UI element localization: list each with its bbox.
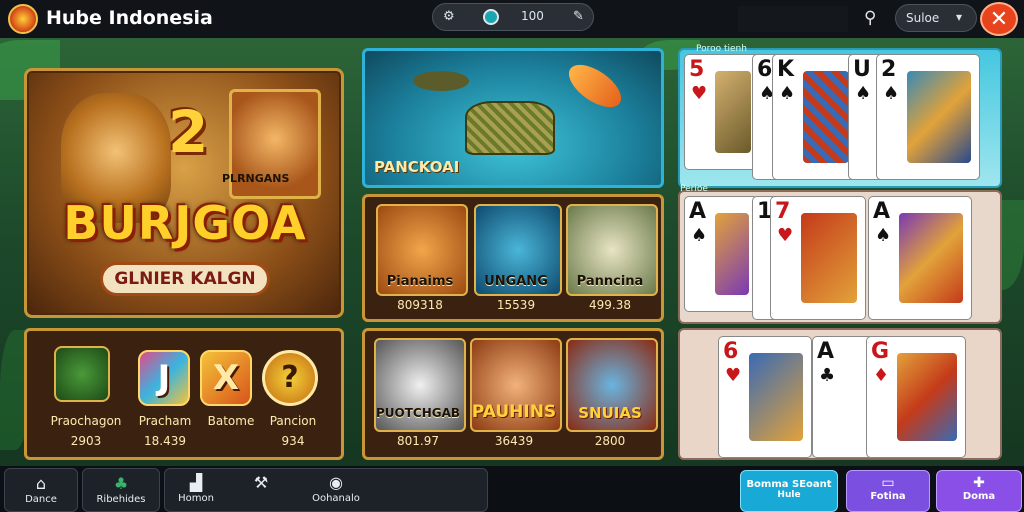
globe-icon: ◉ — [329, 473, 343, 492]
playing-card[interactable]: A ♠ — [684, 196, 758, 312]
tile-value: 801.97 — [397, 434, 439, 448]
account-dropdown[interactable]: Suloe ▾ — [895, 4, 977, 32]
coin-icon — [483, 9, 499, 25]
tile-label: Pancion — [269, 414, 317, 428]
house-icon: ⌂ — [35, 474, 47, 493]
jumping-fish — [561, 56, 629, 116]
featured-title: BURJGOA — [63, 196, 307, 250]
nav-item-oohanalo[interactable]: ◉ Oohanalo — [300, 468, 372, 510]
tile-value: 2800 — [594, 434, 626, 448]
playing-card[interactable]: 6 ♥ — [718, 336, 812, 458]
featured-badge-number: 2 — [168, 98, 209, 166]
nav-item-ribehides[interactable]: ♣ Ribehides — [82, 468, 160, 512]
puzzle-icon: ✚ — [973, 475, 985, 491]
tile-label: PAUHINS — [471, 402, 557, 422]
tree-icon: ♣ — [113, 474, 129, 493]
nav-item-dance[interactable]: ⌂ Dance — [4, 468, 78, 512]
tile-value: 15539 — [496, 298, 536, 312]
featured-caption: PLRNGANS — [222, 172, 290, 185]
tile-label: PUOTCHGAB — [375, 406, 461, 420]
playing-card[interactable]: K ♠ — [772, 54, 858, 180]
game-tile[interactable] — [54, 346, 110, 402]
app-title: Hube Indonesia — [46, 7, 213, 29]
coin-balance: 100 — [521, 9, 544, 23]
top-bar-empty-slot — [738, 6, 848, 32]
wrench-icon[interactable]: ⚙ — [443, 9, 455, 24]
building-icon: ▟ — [189, 473, 203, 492]
fishing-trap — [465, 101, 555, 155]
game-tile[interactable]: J — [138, 350, 190, 406]
close-button[interactable]: ✕ — [980, 2, 1018, 36]
cards-panel-mid-label: Perioe — [680, 184, 708, 194]
tile-value: 499.38 — [589, 298, 631, 312]
fish-left — [413, 71, 469, 91]
account-dropdown-label: Suloe — [906, 11, 940, 25]
playing-card[interactable]: G ♦ — [866, 336, 966, 458]
cards-panel-top-label: Poroo tienh — [696, 44, 747, 54]
tile-label: Pianaims — [386, 274, 454, 289]
game-tile[interactable]: X — [200, 350, 252, 406]
tile-value: 36439 — [494, 434, 534, 448]
tile-value: 934 — [281, 434, 305, 448]
chevron-down-icon: ▾ — [956, 10, 963, 24]
tile-label: Pracham — [138, 414, 192, 428]
edit-icon[interactable]: ✎ — [573, 9, 584, 24]
tile-value: 809318 — [397, 298, 443, 312]
featured-subtitle: GLNIER KALGN — [100, 262, 270, 296]
playing-card[interactable]: 7 ♥ — [770, 196, 866, 320]
primary-action-button[interactable]: Bomma SEoant Hule — [740, 470, 838, 512]
tile-label: Batome — [207, 414, 255, 428]
tile-label: Panncina — [576, 274, 644, 289]
fishing-game-label: PANCKOAI — [374, 158, 460, 176]
tile-value: 2903 — [70, 434, 102, 448]
search-icon[interactable]: ⚲ — [864, 8, 876, 28]
doma-button[interactable]: ✚ Doma — [936, 470, 1022, 512]
tile-label: Praochagon — [50, 414, 122, 428]
playing-card[interactable]: A ♠ — [868, 196, 972, 320]
tile-value: 18.439 — [144, 434, 186, 448]
app-logo[interactable] — [8, 4, 38, 34]
tile-label: SNUIAS — [578, 404, 642, 422]
nav-item-homon[interactable]: ▟ Homon — [164, 468, 228, 510]
playing-card[interactable]: 2 ♠ — [876, 54, 980, 180]
window-icon: ▭ — [881, 475, 895, 491]
playing-card[interactable]: A ♣ — [812, 336, 874, 458]
tools-icon: ⚒ — [253, 473, 269, 492]
nav-item-tools[interactable]: ⚒ — [236, 468, 286, 510]
playing-card[interactable]: 5 ♥ — [684, 54, 760, 170]
top-center-pill[interactable]: ⚙ 100 ✎ — [432, 3, 594, 31]
fotina-button[interactable]: ▭ Fotina — [846, 470, 930, 512]
tile-label: UNGANG — [484, 274, 548, 289]
game-tile[interactable]: ? — [262, 350, 318, 406]
